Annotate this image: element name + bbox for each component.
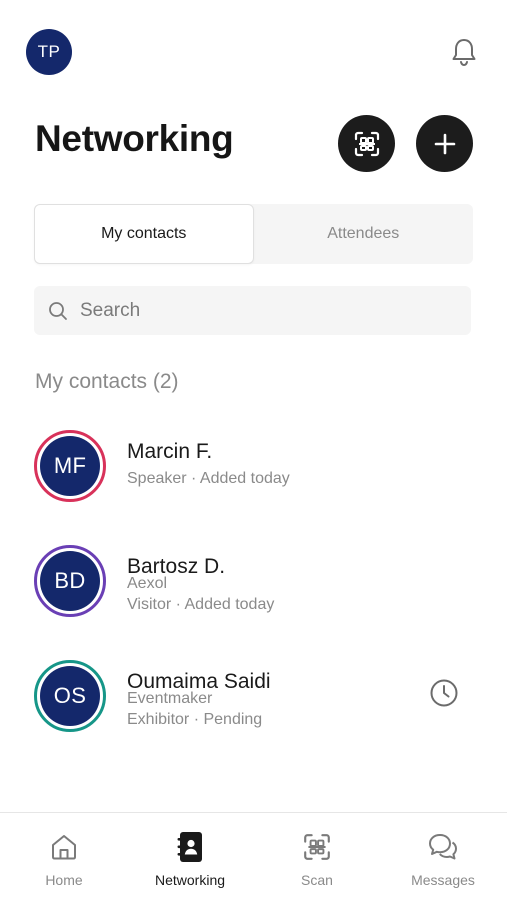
tab-my-contacts[interactable]: My contacts xyxy=(34,204,254,264)
contact-item[interactable]: MF Marcin F. Speaker · Added today xyxy=(34,430,474,510)
nav-home[interactable]: Home xyxy=(1,813,127,900)
page-title: Networking xyxy=(35,118,234,159)
bottom-navigation: Home Networking Scan Messages xyxy=(0,812,507,900)
contact-name: Marcin F. xyxy=(127,440,213,463)
nav-home-label: Home xyxy=(45,872,83,888)
contact-item[interactable]: BD Bartosz D. Aexol Visitor · Added toda… xyxy=(34,545,474,625)
tab-attendees[interactable]: Attendees xyxy=(254,204,474,264)
avatar: MF xyxy=(34,430,106,502)
contact-role-status: Visitor · Added today xyxy=(127,596,275,613)
nav-scan-label: Scan xyxy=(301,872,333,888)
avatar-initials: MF xyxy=(40,436,100,496)
plus-icon xyxy=(434,133,455,154)
search-input[interactable] xyxy=(80,299,440,322)
contacts-book-icon xyxy=(177,832,202,862)
contact-item[interactable]: OS Oumaima Saidi Eventmaker Exhibitor · … xyxy=(34,660,474,740)
user-avatar[interactable]: TP xyxy=(26,29,72,75)
avatar-initials: BD xyxy=(40,551,100,611)
bell-icon[interactable] xyxy=(450,37,478,67)
avatar: BD xyxy=(34,545,106,617)
contact-role-status: Exhibitor · Pending xyxy=(127,711,263,728)
add-contact-button[interactable] xyxy=(416,115,473,172)
scan-qr-button[interactable] xyxy=(338,115,395,172)
contact-role-status: Speaker · Added today xyxy=(127,470,290,487)
contact-company: Aexol xyxy=(127,575,168,592)
top-bar: TP xyxy=(0,0,507,105)
avatar: OS xyxy=(34,660,106,732)
avatar-initials: OS xyxy=(40,666,100,726)
contacts-tab-switcher: My contacts Attendees xyxy=(34,204,473,264)
home-icon xyxy=(52,835,76,860)
nav-networking[interactable]: Networking xyxy=(127,813,253,900)
contact-company: Eventmaker xyxy=(127,690,213,707)
chat-bubbles-icon xyxy=(429,834,457,860)
scan-icon xyxy=(304,834,330,860)
nav-messages[interactable]: Messages xyxy=(380,813,506,900)
clock-icon xyxy=(430,679,458,707)
nav-messages-label: Messages xyxy=(411,872,475,888)
search-bar[interactable] xyxy=(34,286,471,335)
nav-networking-label: Networking xyxy=(154,872,226,888)
search-icon xyxy=(49,301,67,320)
nav-scan[interactable]: Scan xyxy=(254,813,380,900)
section-title: My contacts (2) xyxy=(35,370,179,393)
scan-icon xyxy=(354,131,379,156)
